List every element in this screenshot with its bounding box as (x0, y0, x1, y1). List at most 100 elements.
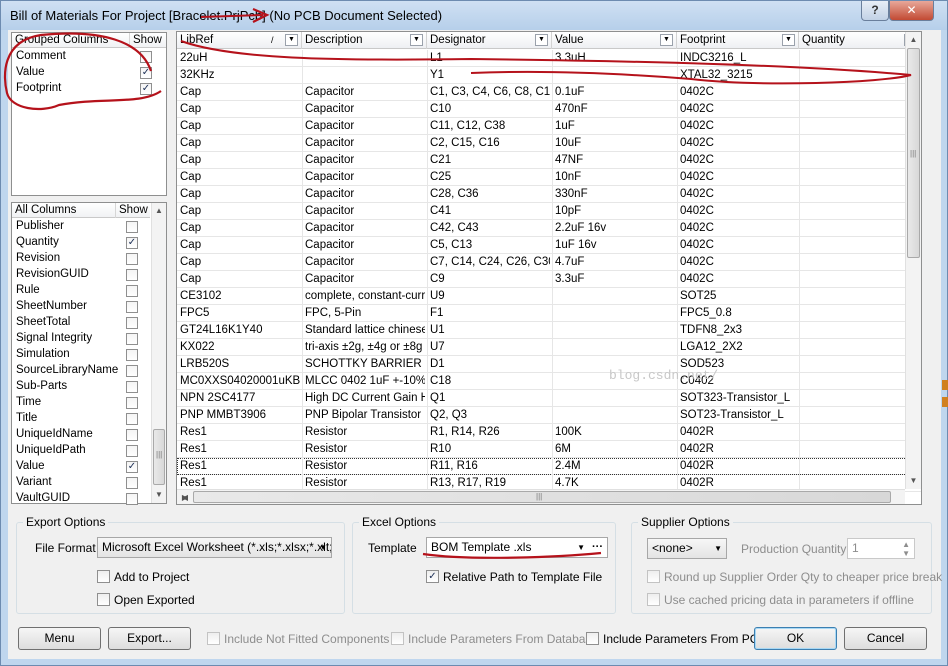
table-row[interactable]: FPC5 FPC, 5-Pin F1 FPC5_0.8 (177, 305, 921, 322)
show-checkbox[interactable]: ✓ (140, 67, 152, 79)
table-row[interactable]: 22uH L1 3.3uH INDC3216_L (177, 50, 921, 67)
list-item[interactable]: Comment (12, 49, 166, 65)
list-item[interactable]: Revision (12, 251, 150, 267)
table-row[interactable]: 32KHz Y1 XTAL32_3215 (177, 67, 921, 84)
column-header-quantity[interactable]: Quantity▼ (799, 32, 921, 49)
table-row[interactable]: KX022 tri-axis ±2g, ±4g or ±8g U7 LGA12_2X2 (177, 339, 921, 356)
table-row[interactable]: Cap Capacitor C1, C3, C4, C6, C8, C17, C 0.… (177, 84, 921, 101)
table-row[interactable]: Cap Capacitor C25 10nF 0402C (177, 169, 921, 186)
list-item[interactable]: Footprint ✓ (12, 81, 166, 97)
include-params-pcb-box[interactable] (586, 632, 599, 645)
browse-button[interactable]: ··· (592, 538, 603, 557)
table-row[interactable]: Res1 Resistor R10 6M 0402R (177, 441, 921, 458)
list-item[interactable]: Time (12, 395, 150, 411)
close-button[interactable]: ✕ (889, 1, 934, 21)
column-filter-dropdown[interactable]: ▼ (535, 34, 548, 46)
show-checkbox[interactable] (140, 51, 152, 63)
list-item[interactable]: VaultGUID (12, 491, 150, 507)
column-filter-dropdown[interactable]: ▼ (782, 34, 795, 46)
list-item[interactable]: UniqueIdPath (12, 443, 150, 459)
show-checkbox[interactable] (126, 493, 138, 505)
table-row[interactable]: MC0XXS04020001uKB10 MLCC 0402 1uF +-10% X… (177, 373, 921, 390)
table-row[interactable]: Cap Capacitor C41 10pF 0402C (177, 203, 921, 220)
table-row[interactable]: Cap Capacitor C9 3.3uF 0402C (177, 271, 921, 288)
table-row[interactable]: Cap Capacitor C11, C12, C38 1uF 0402C (177, 118, 921, 135)
relative-path-box[interactable]: ✓ (426, 570, 439, 583)
list-item[interactable]: RevisionGUID (12, 267, 150, 283)
cancel-button[interactable]: Cancel (844, 627, 927, 650)
list-item[interactable]: SourceLibraryName (12, 363, 150, 379)
spin-down-icon[interactable]: ▼ (902, 544, 910, 558)
table-row[interactable]: Cap Capacitor C7, C14, C24, C26, C30, C 4.7… (177, 254, 921, 271)
list-item[interactable]: Quantity ✓ (12, 235, 150, 251)
menu-button[interactable]: Menu (18, 627, 101, 650)
table-row[interactable]: Res1 Resistor R11, R16 2.4M 0402R (177, 458, 921, 475)
table-row[interactable]: Res1 Resistor R1, R14, R26 100K 0402R (177, 424, 921, 441)
list-item[interactable]: UniqueIdName (12, 427, 150, 443)
template-select[interactable]: BOM Template .xls ▼ ··· (426, 537, 608, 558)
production-quantity-input[interactable]: 1 ▲ ▼ (847, 538, 915, 559)
show-checkbox[interactable] (126, 381, 138, 393)
column-filter-dropdown[interactable]: ▼ (660, 34, 673, 46)
column-header-footprint[interactable]: Footprint ▼ (677, 32, 799, 49)
grid-vscroll-thumb[interactable]: ||| (907, 48, 920, 258)
show-checkbox[interactable] (126, 413, 138, 425)
list-item[interactable]: Publisher (12, 219, 150, 235)
export-button[interactable]: Export... (108, 627, 191, 650)
table-row[interactable]: Cap Capacitor C5, C13 1uF 16v 0402C (177, 237, 921, 254)
show-checkbox[interactable] (126, 349, 138, 361)
table-row[interactable]: Cap Capacitor C10 470nF 0402C (177, 101, 921, 118)
show-checkbox[interactable] (126, 221, 138, 233)
show-checkbox[interactable] (126, 429, 138, 441)
grid-hscroll-thumb[interactable]: ||| (193, 491, 891, 503)
column-header-value[interactable]: Value ▼ (552, 32, 677, 49)
list-item[interactable]: Rule (12, 283, 150, 299)
show-checkbox[interactable] (126, 253, 138, 265)
ok-button[interactable]: OK (754, 627, 837, 650)
column-header-libref[interactable]: LibRef / ▼ (177, 32, 302, 49)
file-format-select[interactable]: Microsoft Excel Worksheet (*.xls;*.xlsx;… (97, 537, 332, 558)
show-checkbox[interactable] (126, 445, 138, 457)
all-columns-scrollbar[interactable]: ▲ ||| ▼ (151, 203, 166, 503)
table-row[interactable]: Cap Capacitor C21 47NF 0402C (177, 152, 921, 169)
supplier-select[interactable]: <none> ▼ (647, 538, 727, 559)
show-checkbox[interactable] (126, 397, 138, 409)
grid-scroll-right[interactable]: ▶ (177, 490, 193, 504)
scroll-down-arrow[interactable]: ▼ (152, 487, 166, 503)
column-header-description[interactable]: Description ▼ (302, 32, 427, 49)
help-button[interactable]: ? (861, 1, 889, 21)
show-checkbox[interactable] (126, 301, 138, 313)
table-row[interactable]: Cap Capacitor C28, C36 330nF 0402C (177, 186, 921, 203)
include-params-db-box[interactable] (391, 632, 404, 645)
show-checkbox[interactable]: ✓ (126, 237, 138, 249)
grid-hscroll[interactable]: ◀ ||| ▶ (177, 489, 905, 504)
table-row[interactable]: Cap Capacitor C42, C43 2.2uF 16v 0402C (177, 220, 921, 237)
include-not-fitted-box[interactable] (207, 632, 220, 645)
grid-scroll-down[interactable]: ▼ (906, 473, 921, 489)
scroll-up-arrow[interactable]: ▲ (152, 203, 166, 219)
table-row[interactable]: PNP MMBT3906 PNP Bipolar Transistor Q2, Q3… (177, 407, 921, 424)
list-item[interactable]: Value ✓ (12, 65, 166, 81)
show-checkbox[interactable] (126, 365, 138, 377)
table-row[interactable]: LRB520S SCHOTTKY BARRIER D D1 SOD523 (177, 356, 921, 373)
column-filter-dropdown[interactable]: ▼ (410, 34, 423, 46)
show-checkbox[interactable] (126, 333, 138, 345)
show-checkbox[interactable] (126, 285, 138, 297)
column-filter-dropdown[interactable]: ▼ (285, 34, 298, 46)
list-item[interactable]: SheetTotal (12, 315, 150, 331)
table-row[interactable]: GT24L16K1Y40 Standard lattice chinese-f U1… (177, 322, 921, 339)
title-bar[interactable]: Bill of Materials For Project [Bracelet.… (1, 1, 947, 30)
scroll-thumb[interactable]: ||| (153, 429, 165, 485)
list-item[interactable]: Variant (12, 475, 150, 491)
list-item[interactable]: Value ✓ (12, 459, 150, 475)
list-item[interactable]: Simulation (12, 347, 150, 363)
list-item[interactable]: Sub-Parts (12, 379, 150, 395)
column-header-designator[interactable]: Designator ▼ (427, 32, 552, 49)
list-item[interactable]: Title (12, 411, 150, 427)
use-cached-box[interactable] (647, 593, 660, 606)
open-exported-box[interactable] (97, 593, 110, 606)
show-checkbox[interactable] (126, 317, 138, 329)
add-to-project-box[interactable] (97, 570, 110, 583)
round-up-box[interactable] (647, 570, 660, 583)
list-item[interactable]: Signal Integrity (12, 331, 150, 347)
